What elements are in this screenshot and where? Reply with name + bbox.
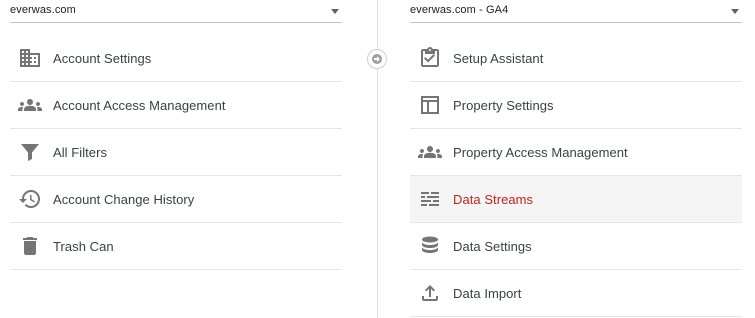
trash-can-item[interactable]: Trash Can xyxy=(10,223,342,270)
upload-icon xyxy=(418,281,442,305)
data-import-item[interactable]: Data Import xyxy=(410,270,742,317)
all-filters-item[interactable]: All Filters xyxy=(10,129,342,176)
property-selector[interactable]: everwas.com - GA4 xyxy=(410,0,742,23)
account-selector-value: everwas.com xyxy=(10,4,76,16)
trash-can-label: Trash Can xyxy=(53,238,114,254)
account-change-history-item[interactable]: Account Change History xyxy=(10,176,342,223)
property-selector-value: everwas.com - GA4 xyxy=(410,4,509,16)
property-settings-item[interactable]: Property Settings xyxy=(410,82,742,129)
account-selector[interactable]: everwas.com xyxy=(10,0,342,23)
history-icon xyxy=(18,187,42,211)
people-icon xyxy=(18,93,42,117)
account-settings-item[interactable]: Account Settings xyxy=(10,35,342,82)
caret-down-icon[interactable] xyxy=(731,8,739,14)
building-icon xyxy=(18,46,42,70)
account-access-management-item[interactable]: Account Access Management xyxy=(10,82,342,129)
property-access-management-label: Property Access Management xyxy=(453,144,628,160)
setup-assistant-label: Setup Assistant xyxy=(453,50,544,66)
account-settings-label: Account Settings xyxy=(53,50,152,66)
all-filters-label: All Filters xyxy=(53,144,107,160)
data-settings-label: Data Settings xyxy=(453,238,532,254)
trash-icon xyxy=(18,234,42,258)
account-change-history-label: Account Change History xyxy=(53,191,195,207)
move-arrow-button[interactable] xyxy=(367,49,387,69)
layout-icon xyxy=(418,93,442,117)
property-settings-label: Property Settings xyxy=(453,97,554,113)
arrow-right-icon xyxy=(372,54,382,64)
property-menu: Setup Assistant Property Settings Proper… xyxy=(410,35,742,317)
account-access-management-label: Account Access Management xyxy=(53,97,226,113)
column-divider xyxy=(377,0,378,318)
account-menu: Account Settings Account Access Manageme… xyxy=(10,35,342,270)
data-import-label: Data Import xyxy=(453,285,522,301)
property-column: everwas.com - GA4 Setup Assistant Proper… xyxy=(410,0,742,317)
setup-assistant-item[interactable]: Setup Assistant xyxy=(410,35,742,82)
database-icon xyxy=(418,234,442,258)
account-column: everwas.com Account Settings Account Acc… xyxy=(10,0,342,270)
people-icon xyxy=(418,140,442,164)
streams-icon xyxy=(418,187,442,211)
clipboard-check-icon xyxy=(418,46,442,70)
data-streams-item[interactable]: Data Streams xyxy=(410,176,742,223)
caret-down-icon[interactable] xyxy=(331,8,339,14)
filter-icon xyxy=(18,140,42,164)
property-access-management-item[interactable]: Property Access Management xyxy=(410,129,742,176)
data-streams-label: Data Streams xyxy=(453,191,534,207)
data-settings-item[interactable]: Data Settings xyxy=(410,223,742,270)
